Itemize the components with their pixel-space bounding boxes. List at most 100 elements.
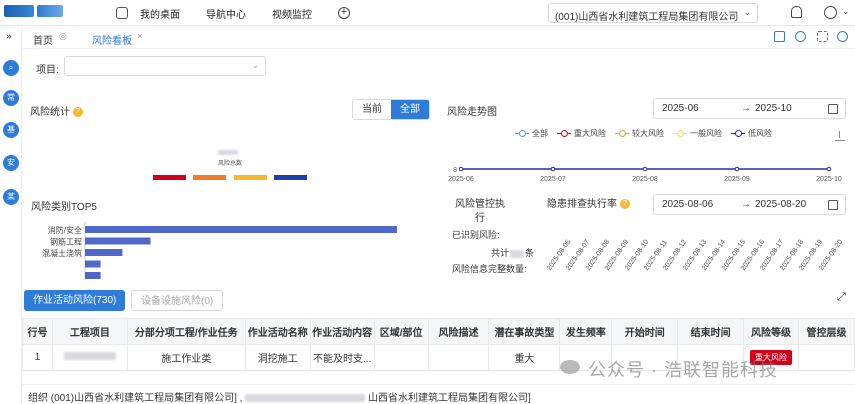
toggle-current[interactable]: 当前 xyxy=(353,100,391,119)
identified-risk-label: 已识别风险: xyxy=(452,230,500,240)
user-icon[interactable] xyxy=(824,6,837,19)
data-point xyxy=(734,166,740,172)
footer-org-text-2: 山西省水利建筑工程局集团有限公司] xyxy=(368,393,531,404)
footer-org-info: 组织 (001)山西省水利建筑工程局集团有限公司] , 山西省水利建筑工程局集团… xyxy=(22,384,855,404)
project-select[interactable]: ⌄ xyxy=(64,56,266,76)
x-tick-label: 2025-08 xyxy=(632,176,658,183)
total-suffix: 条 xyxy=(525,248,535,258)
tab-activity-risk[interactable]: 作业活动风险(730) xyxy=(24,290,126,311)
info-complete-label: 风险信息完整数量: xyxy=(452,264,527,274)
table-header-row: 行号 工程项目 分部分项工程/作业任务 作业活动名称 作业活动内容 区域/部位 … xyxy=(22,318,855,345)
col-header[interactable]: 开始时间 xyxy=(611,318,679,345)
col-header[interactable]: 结束时间 xyxy=(677,318,745,345)
x-tick-label: 2025-07 xyxy=(540,176,566,183)
legend-low[interactable]: 低风险 xyxy=(731,128,772,139)
nav-item-navigation-center[interactable]: 导航中心 xyxy=(206,6,246,21)
footer-blur xyxy=(245,394,366,403)
cell-area xyxy=(373,344,429,371)
question-icon[interactable]: ? xyxy=(620,199,630,210)
control-title-line2: 行 xyxy=(475,213,485,224)
add-icon[interactable]: + xyxy=(338,7,350,19)
pin-icon: ◎ xyxy=(59,31,67,41)
category-label: 钢筋工程 xyxy=(50,237,82,247)
inspection-date-range[interactable]: 2025-08-06 → 2025-08-20 xyxy=(653,194,846,215)
legend-label: 低风险 xyxy=(748,129,772,138)
chevron-down-icon[interactable]: ⌄ xyxy=(842,6,850,17)
settings-icon[interactable] xyxy=(837,31,848,42)
top5-chart: 消防/安全钢筋工程混凝土浇筑 xyxy=(42,222,397,280)
legend-general[interactable]: 一般风险 xyxy=(673,128,722,139)
inspection-title-text: 隐患排查执行率 xyxy=(547,199,617,210)
risk-stats-toggle: 当前 全部 xyxy=(352,99,430,120)
tab-home[interactable]: 首页 xyxy=(33,32,53,47)
tab-equipment-risk[interactable]: 设备设施风险(0) xyxy=(131,290,224,311)
legend-label: 较大风险 xyxy=(632,129,664,138)
bar xyxy=(85,249,123,256)
page-tabs: 首页 ◎ 风险看板 × xyxy=(22,27,855,49)
data-point xyxy=(826,166,832,172)
total-count: 共计 条 xyxy=(491,246,534,259)
col-header[interactable]: 风险描述 xyxy=(427,318,490,345)
legend-all[interactable]: 全部 xyxy=(515,128,548,139)
legend-marker xyxy=(557,130,571,138)
sidebar: » ⌕ 常 基 安 某 xyxy=(0,27,22,404)
inspection-date-start[interactable]: 2025-08-06 xyxy=(662,199,713,210)
close-icon[interactable]: × xyxy=(137,31,142,41)
search-icon[interactable]: ⌕ xyxy=(3,60,19,76)
logo-mark-2 xyxy=(37,5,63,17)
sidebar-btn-other[interactable]: 某 xyxy=(3,189,19,205)
risk-stats-title: 风险统计? xyxy=(30,103,83,118)
tab-risk-board[interactable]: 风险看板 xyxy=(92,32,132,47)
trend-date-start[interactable]: 2025-06 xyxy=(662,103,699,114)
project-label: 项目: xyxy=(36,65,59,76)
sidebar-btn-common[interactable]: 常 xyxy=(3,90,19,106)
sidebar-btn-safety[interactable]: 安 xyxy=(3,155,19,171)
col-header[interactable]: 工程项目 xyxy=(51,318,128,345)
nav-item-video-monitor[interactable]: 视频监控 xyxy=(272,6,312,21)
logo-mark-1 xyxy=(4,5,34,17)
data-point xyxy=(550,166,556,172)
col-header[interactable]: 潜在事故类型 xyxy=(488,318,561,345)
chevron-down-icon: ⌄ xyxy=(743,7,751,17)
trend-date-end[interactable]: 2025-10 xyxy=(755,103,792,114)
total-count-value xyxy=(510,249,525,258)
col-header[interactable]: 行号 xyxy=(22,318,53,345)
col-header[interactable]: 分部分项工程/作业任务 xyxy=(126,318,246,345)
cube-icon[interactable] xyxy=(116,7,128,19)
calendar-icon[interactable] xyxy=(828,200,838,210)
nav-item-desktop[interactable]: 我的桌面 xyxy=(140,6,180,21)
cell-desc xyxy=(427,344,490,371)
inspection-date-end[interactable]: 2025-08-20 xyxy=(755,199,806,210)
bar xyxy=(85,272,101,279)
cell-task: 施工作业类 xyxy=(126,344,246,371)
org-select[interactable]: (001)山西省水利建筑工程局集团有限公司 ⌄ xyxy=(548,3,758,23)
download-icon[interactable] xyxy=(835,131,845,141)
risk-total-caption: 风险总数 xyxy=(218,161,243,167)
question-icon[interactable]: ? xyxy=(73,107,83,118)
fullscreen-icon[interactable] xyxy=(817,31,828,42)
col-header[interactable]: 区域/部位 xyxy=(373,318,429,345)
legend-large[interactable]: 较大风险 xyxy=(615,128,664,139)
col-header[interactable]: 风险等级 xyxy=(743,318,799,345)
col-header[interactable]: 管控层级 xyxy=(797,318,855,345)
bell-icon[interactable] xyxy=(791,6,802,18)
data-point xyxy=(642,166,648,172)
x-tick-label: 2025-06 xyxy=(448,176,474,183)
print-icon[interactable] xyxy=(774,31,785,42)
legend-major[interactable]: 重大风险 xyxy=(557,128,606,139)
cell-content: 不能及时支... xyxy=(309,344,375,371)
expand-icon[interactable]: ⤢ xyxy=(837,291,846,304)
col-header[interactable]: 发生频率 xyxy=(559,318,613,345)
col-header[interactable]: 作业活动内容 xyxy=(309,318,375,345)
trend-date-range[interactable]: 2025-06 → 2025-10 xyxy=(653,98,846,119)
risk-stats-title-text: 风险统计 xyxy=(30,107,70,118)
legend-marker xyxy=(673,130,687,138)
sidebar-btn-basic[interactable]: 基 xyxy=(3,122,19,138)
help-icon[interactable] xyxy=(795,31,806,42)
expand-sidebar-icon[interactable]: » xyxy=(6,31,12,42)
category-label: 消防/安全 xyxy=(48,225,82,235)
calendar-icon[interactable] xyxy=(828,104,838,114)
risk-bar-large xyxy=(193,175,226,180)
col-header[interactable]: 作业活动名称 xyxy=(244,318,311,345)
toggle-all[interactable]: 全部 xyxy=(391,100,429,119)
